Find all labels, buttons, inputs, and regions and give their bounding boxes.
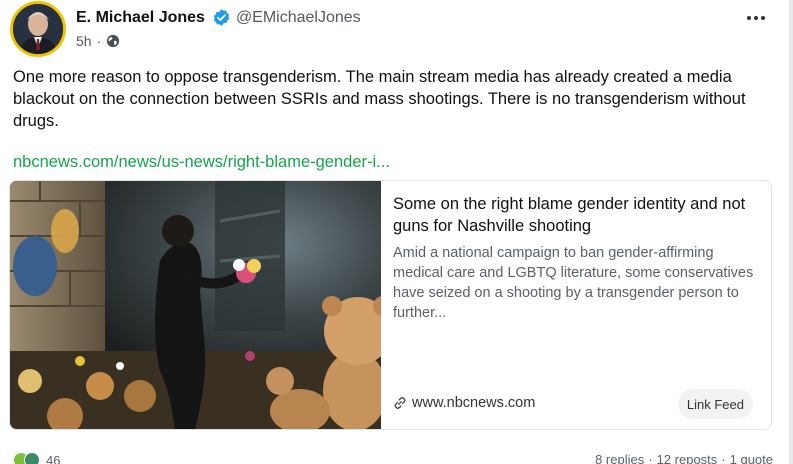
post-text: One more reason to oppose transgenderism… — [13, 68, 746, 130]
post-stats: 46 8 replies · 12 reposts · 1 quote — [13, 448, 773, 464]
timestamp[interactable]: 5h — [76, 33, 92, 49]
post-header: E. Michael Jones @EMichaelJones 5h · — [10, 1, 780, 57]
handle[interactable]: @EMichaelJones — [236, 9, 361, 27]
quotes-count[interactable]: 1 quote — [730, 452, 773, 464]
replies-count[interactable]: 8 replies — [595, 452, 644, 464]
link-feed-button[interactable]: Link Feed — [677, 389, 753, 419]
reposts-count[interactable]: 12 reposts — [657, 452, 718, 464]
reactions[interactable]: 46 — [13, 452, 60, 464]
more-dot-icon — [754, 16, 758, 20]
verified-badge-icon — [213, 9, 230, 26]
engagement-counts: 8 replies · 12 reposts · 1 quote — [595, 452, 773, 464]
avatar[interactable] — [10, 1, 66, 57]
avatar-photo — [13, 4, 63, 54]
card-image[interactable] — [10, 181, 381, 429]
card-domain-text: www.nbcnews.com — [412, 395, 536, 411]
more-options-button[interactable] — [744, 11, 768, 25]
link-icon — [394, 397, 406, 409]
name-line: E. Michael Jones @EMichaelJones — [76, 8, 361, 27]
stats-separator: · — [648, 452, 653, 464]
reaction-count: 46 — [46, 452, 61, 464]
more-dot-icon — [747, 16, 751, 20]
card-description: Amid a national campaign to ban gender-a… — [393, 245, 754, 321]
more-dot-icon — [761, 16, 765, 20]
post-link[interactable]: nbcnews.com/news/us-news/right-blame-gen… — [13, 153, 390, 172]
card-footer: www.nbcnews.com Link Feed — [393, 389, 763, 419]
card-body: Some on the right blame gender identity … — [393, 193, 763, 323]
post: E. Michael Jones @EMichaelJones 5h · One… — [0, 0, 789, 464]
card-title[interactable]: Some on the right blame gender identity … — [393, 193, 763, 237]
display-name[interactable]: E. Michael Jones — [76, 9, 205, 27]
post-meta: 5h · — [76, 33, 120, 49]
stats-separator: · — [721, 452, 726, 464]
card-domain[interactable]: www.nbcnews.com — [393, 395, 535, 411]
globe-icon — [107, 34, 120, 48]
memorial-photo — [10, 181, 381, 429]
meta-separator: · — [96, 33, 102, 49]
reaction-leaf-icon — [24, 452, 40, 464]
link-preview-card[interactable]: Some on the right blame gender identity … — [9, 180, 772, 430]
feed-border — [789, 0, 793, 464]
